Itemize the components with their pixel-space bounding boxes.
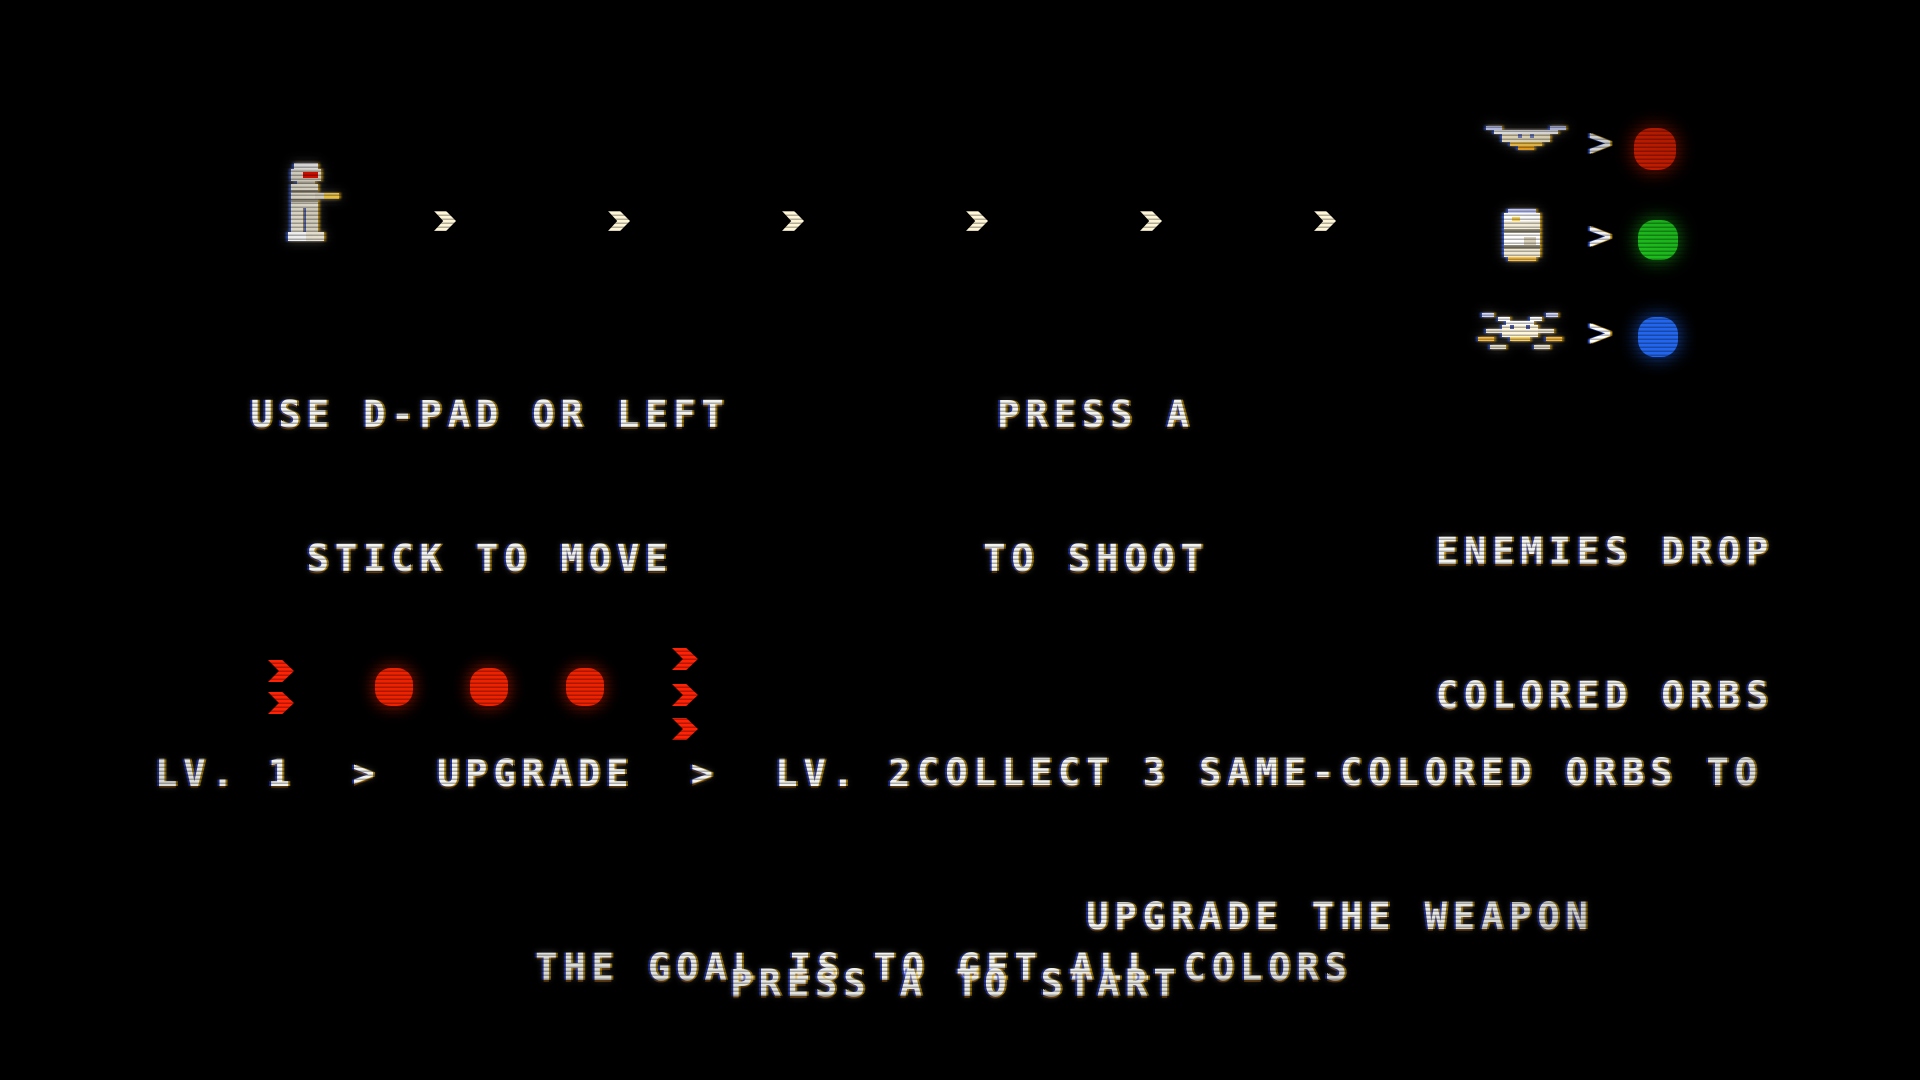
game-tutorial-screen: USE D-PAD OR LEFT STICK TO MOVE PRESS A … — [0, 0, 1920, 1080]
collected-red-orb — [470, 668, 508, 706]
upgrade-level-caption: LV. 1 > UPGRADE > LV. 2 — [155, 752, 917, 795]
level2-bullet — [672, 718, 698, 740]
canister-enemy-art — [1504, 209, 1540, 261]
player-bullet — [1140, 211, 1162, 231]
spider-enemy-art — [1478, 313, 1562, 349]
bat-enemy-sprite — [1482, 118, 1570, 162]
chevron-right-icon: > — [1588, 213, 1613, 259]
red-orb — [1634, 128, 1676, 170]
green-orb — [1638, 220, 1678, 260]
shoot-instruction-line2: TO SHOOT — [983, 537, 1209, 581]
drops-instruction-line1: ENEMIES DROP — [1435, 530, 1775, 574]
collected-red-orb — [566, 668, 604, 706]
player-bullet — [608, 211, 630, 231]
chevron-right-icon: > — [1588, 120, 1613, 166]
player-bullet — [434, 211, 456, 231]
shoot-instruction: PRESS A TO SHOOT — [983, 295, 1209, 680]
move-instruction: USE D-PAD OR LEFT STICK TO MOVE — [250, 295, 729, 680]
player-bullet — [782, 211, 804, 231]
blue-orb — [1638, 317, 1678, 357]
spider-enemy-sprite — [1474, 308, 1566, 358]
shoot-instruction-line1: PRESS A — [997, 393, 1195, 437]
level2-bullet — [672, 684, 698, 706]
player-sprite — [276, 160, 342, 244]
player-sprite-art — [288, 163, 339, 241]
player-bullet — [966, 211, 988, 231]
bat-enemy-art — [1486, 126, 1566, 150]
move-instruction-line1: USE D-PAD OR LEFT — [250, 393, 730, 437]
collected-red-orb — [375, 668, 413, 706]
player-bullet — [1314, 211, 1336, 231]
start-prompt[interactable]: PRESS A TO START — [730, 960, 1181, 1008]
move-instruction-line2: STICK TO MOVE — [306, 537, 674, 581]
canister-enemy-sprite — [1500, 209, 1544, 265]
chevron-right-icon: > — [1588, 310, 1613, 356]
level1-bullet — [268, 692, 294, 714]
upgrade-instruction-line1: COLLECT 3 SAME-COLORED ORBS TO — [917, 751, 1763, 795]
